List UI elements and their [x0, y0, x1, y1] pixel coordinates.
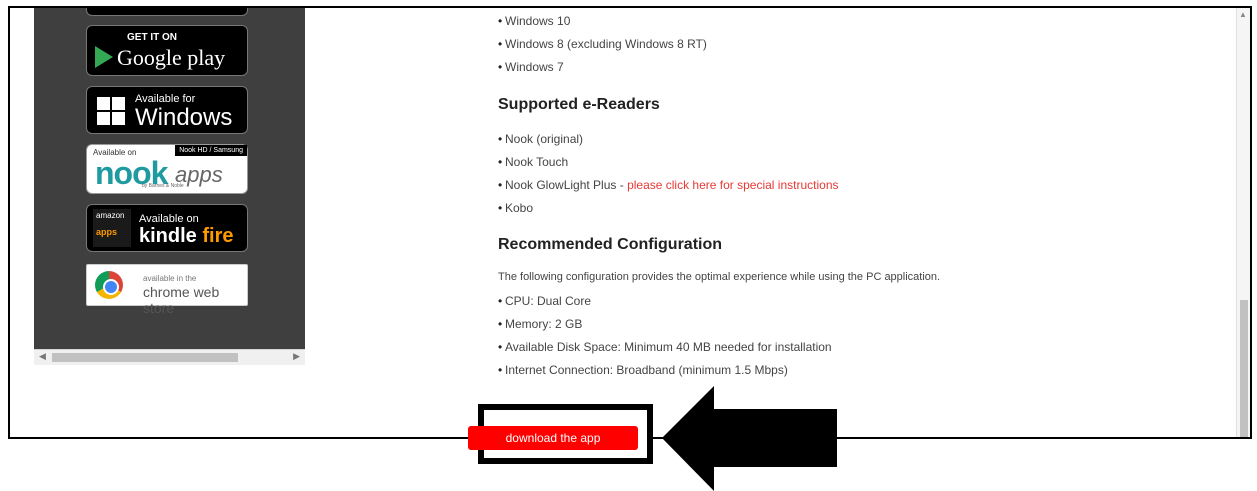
ereader-item: Kobo: [498, 201, 533, 215]
nook-bn-text: by Barnes & Noble: [142, 183, 184, 189]
ereader-item: Nook (original): [498, 132, 583, 146]
config-item: Memory: 2 GB: [498, 317, 582, 331]
google-play-text: Google play: [117, 45, 226, 70]
amazon-text: amazon: [96, 211, 125, 220]
nook-device-tag: Nook HD / Samsung: [175, 145, 247, 156]
scroll-right-icon[interactable]: ▶: [293, 351, 300, 362]
google-play-badge[interactable]: GET IT ON Google play: [86, 25, 248, 76]
scroll-up-icon[interactable]: ▲: [1239, 10, 1247, 19]
scroll-left-icon[interactable]: ◀: [39, 351, 46, 362]
windows-text: Windows: [135, 104, 233, 131]
ereader-item: Nook GlowLight Plus - please click here …: [498, 178, 838, 192]
sidebar-horizontal-scrollbar[interactable]: ◀ ▶: [34, 349, 305, 365]
kindle-fire-text: kindle fire: [139, 225, 233, 248]
windows-logo-icon: [97, 97, 125, 125]
horizontal-scroll-thumb[interactable]: [52, 353, 238, 362]
ereaders-heading: Supported e-Readers: [498, 96, 660, 113]
app-store-badge-partial[interactable]: [86, 8, 248, 16]
config-item: Available Disk Space: Minimum 40 MB need…: [498, 340, 832, 354]
amazon-apps-text: apps: [96, 227, 118, 237]
chrome-small-text: available in the: [143, 274, 197, 283]
pointer-arrow-icon: [662, 386, 837, 491]
download-app-button[interactable]: download the app: [468, 426, 638, 450]
app-store-sidebar: GET IT ON Google play Available for Wind…: [34, 8, 305, 349]
kindle-small-text: Available on: [139, 213, 199, 225]
vertical-scroll-thumb[interactable]: [1240, 300, 1248, 437]
kindle-word: kindle: [139, 225, 197, 247]
page-viewport: GET IT ON Google play Available for Wind…: [8, 6, 1252, 439]
chrome-store-text: chrome web store: [143, 284, 220, 316]
nook-apps-badge[interactable]: Available on Nook HD / Samsung nook apps…: [86, 144, 248, 194]
fire-word: fire: [202, 225, 234, 247]
ereader-item: Nook Touch: [498, 155, 568, 169]
config-heading: Recommended Configuration: [498, 236, 723, 253]
os-list-item: Windows 7: [498, 60, 564, 74]
config-item: Internet Connection: Broadband (minimum …: [498, 363, 788, 377]
chrome-logo-icon: [95, 271, 123, 299]
config-item: CPU: Dual Core: [498, 294, 591, 308]
google-play-small-text: GET IT ON: [127, 32, 177, 43]
kindle-fire-badge[interactable]: amazon apps Available on kindle fire: [86, 204, 248, 252]
ereader-item-text: Nook GlowLight Plus -: [505, 178, 628, 192]
config-intro: The following configuration provides the…: [498, 271, 941, 283]
os-list-item: Windows 10: [498, 14, 570, 28]
google-play-icon: [95, 46, 113, 68]
chrome-web-store-badge[interactable]: available in the chrome web store: [86, 264, 248, 316]
amazon-apps-icon: amazon apps: [93, 209, 131, 247]
page-vertical-scrollbar[interactable]: ▲: [1236, 8, 1250, 437]
os-list-item: Windows 8 (excluding Windows 8 RT): [498, 37, 707, 51]
windows-badge[interactable]: Available for Windows: [86, 86, 248, 134]
special-instructions-link[interactable]: please click here for special instructio…: [627, 178, 838, 192]
